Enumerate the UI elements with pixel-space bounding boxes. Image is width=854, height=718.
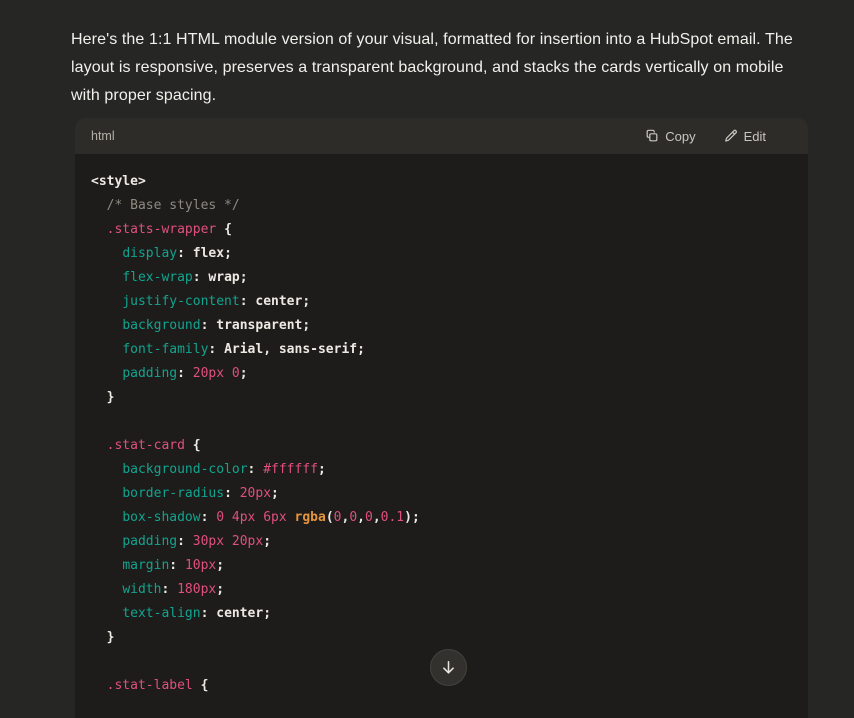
code-content: <style> /* Base styles */ .stats-wrapper… [75,154,808,714]
code-line: .stat-card { [91,434,792,458]
scroll-down-button[interactable] [430,649,467,686]
edit-label: Edit [744,129,766,144]
message-line: Here's the 1:1 HTML module version of yo… [71,26,816,54]
code-line: } [91,626,792,650]
code-line: /* Base styles */ [91,194,792,218]
pencil-icon [724,129,738,143]
code-line: border-radius: 20px; [91,482,792,506]
code-line: padding: 30px 20px; [91,530,792,554]
assistant-message: Here's the 1:1 HTML module version of yo… [71,26,816,110]
copy-icon [645,129,659,143]
code-line: flex-wrap: wrap; [91,266,792,290]
code-header: html Copy Edit [75,118,808,154]
copy-label: Copy [665,129,695,144]
code-line [91,410,792,434]
message-line: with proper spacing. [71,82,816,110]
copy-button[interactable]: Copy [637,125,703,148]
code-line: background-color: #ffffff; [91,458,792,482]
arrow-down-icon [440,659,457,676]
code-line: background: transparent; [91,314,792,338]
code-line: width: 180px; [91,578,792,602]
edit-button[interactable]: Edit [716,125,774,148]
code-line: box-shadow: 0 4px 6px rgba(0,0,0,0.1); [91,506,792,530]
code-line: text-align: center; [91,602,792,626]
code-line: justify-content: center; [91,290,792,314]
code-line: .stats-wrapper { [91,218,792,242]
code-block: html Copy Edit [75,118,808,718]
code-header-actions: Copy Edit [637,125,792,148]
code-line: <style> [91,170,792,194]
code-line: margin: 10px; [91,554,792,578]
code-line: font-family: Arial, sans-serif; [91,338,792,362]
message-line: layout is responsive, preserves a transp… [71,54,816,82]
language-label: html [91,129,115,143]
code-line: display: flex; [91,242,792,266]
code-line: padding: 20px 0; [91,362,792,386]
code-line: } [91,386,792,410]
